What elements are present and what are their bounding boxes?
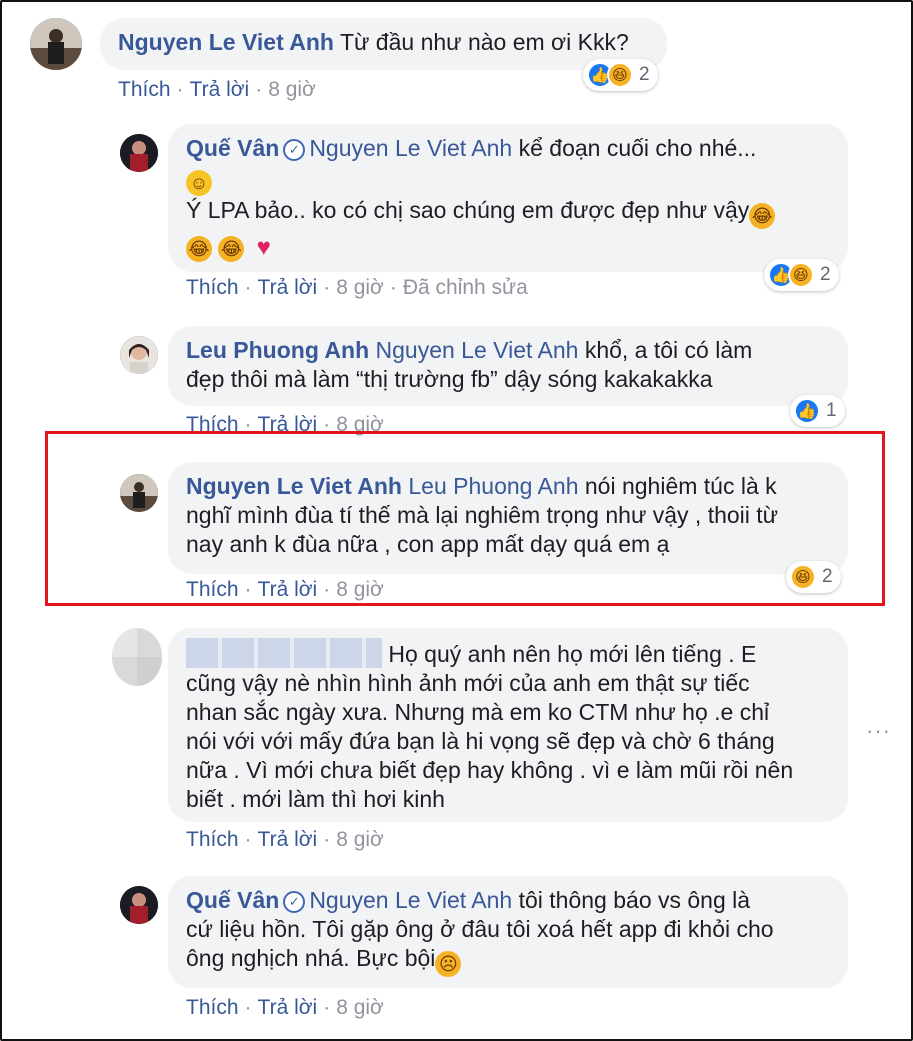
highlight-box [45, 431, 885, 606]
comment-actions: Thích · Trả lời · 8 giờ [186, 828, 384, 852]
mention-link[interactable]: Nguyen Le Viet Anh [309, 135, 512, 161]
comment-text: nói với với mấy đứa bạn là hi vọng sẽ đẹ… [186, 728, 775, 754]
comment-text: đẹp thôi mà làm “thị trường fb” dậy sóng… [186, 366, 713, 392]
separator-dot: · [389, 276, 397, 299]
avatar[interactable] [120, 886, 158, 924]
like-link[interactable]: Thích [186, 828, 239, 851]
smile-emoji-icon: ☺ [186, 170, 212, 196]
avatar[interactable] [30, 18, 82, 70]
comment-text: Ý LPA bảo.. ko có chị sao chúng em được … [186, 197, 750, 223]
heart-emoji-icon: ♥ [256, 234, 271, 261]
more-options-icon[interactable]: ··· [866, 718, 891, 744]
avatar[interactable] [112, 628, 162, 686]
rofl-emoji-icon: 😂 [186, 236, 212, 262]
reaction-count: 2 [639, 64, 650, 85]
comment-text: khổ, a tôi có làm [584, 337, 753, 363]
comment-bubble: Quế Vân ✓ Nguyen Le Viet Anh tôi thông báo… [168, 876, 848, 988]
reply-link[interactable]: Trả lời [258, 828, 318, 851]
separator-dot: · [244, 276, 252, 299]
verified-badge-icon: ✓ [283, 890, 306, 913]
comment-text: nhan sắc ngày xưa. Nhưng mà em ko CTM nh… [186, 699, 770, 725]
reaction-summary[interactable]: 👍 1 [790, 395, 845, 427]
comment-text: kể đoạn cuối cho nhé... [518, 135, 757, 161]
comment-bubble: Leu Phuong Anh Nguyen Le Viet Anh khổ, a… [168, 326, 848, 406]
comment-author[interactable]: Quế Vân [186, 887, 279, 913]
comment-text: tôi thông báo vs ông là [518, 887, 751, 913]
like-reaction-icon: 👍 [794, 398, 820, 424]
comment-text: Từ đầu như nào em ơi Kkk? [339, 29, 629, 55]
verified-badge-icon: ✓ [283, 138, 306, 161]
frown-emoji-icon: ☹ [435, 951, 462, 977]
edited-label[interactable]: Đã chỉnh sửa [403, 276, 528, 299]
rofl-emoji-icon: 😂 [218, 236, 245, 262]
comment-author[interactable]: Nguyen Le Viet Anh [118, 29, 334, 55]
separator-dot: · [323, 276, 331, 299]
reaction-count: 2 [820, 264, 831, 285]
like-link[interactable]: Thích [186, 276, 239, 299]
comment-text: ông nghịch nhá. Bực bội [186, 945, 436, 971]
avatar[interactable] [120, 134, 158, 172]
comment-bubble: Quế Vân ✓ Nguyen Le Viet Anh kể đoạn cuối … [168, 124, 848, 272]
comment-bubble: Nguyen Le Viet Anh Từ đầu như nào em ơi … [100, 18, 667, 70]
reply-link[interactable]: Trả lời [258, 996, 318, 1019]
haha-reaction-icon: 😆 [607, 62, 633, 88]
like-link[interactable]: Thích [118, 78, 171, 101]
reply-link[interactable]: Trả lời [258, 276, 318, 299]
redacted-author [186, 638, 382, 668]
haha-reaction-icon: 😆 [788, 262, 814, 288]
comment-text: biết . mới làm thì hơi kinh [186, 786, 445, 812]
separator-dot: · [255, 78, 263, 101]
timestamp[interactable]: 8 giờ [336, 828, 384, 851]
comment-text: Họ quý anh nên họ mới lên tiếng . E [388, 641, 757, 667]
mention-link[interactable]: Nguyen Le Viet Anh [376, 337, 579, 363]
mention-link[interactable]: Nguyen Le Viet Anh [309, 887, 512, 913]
comment-bubble: Họ quý anh nên họ mới lên tiếng . E cũng… [168, 628, 848, 822]
separator-dot: · [176, 78, 184, 101]
avatar[interactable] [120, 336, 158, 374]
comment-text: cứ liệu hồn. Tôi gặp ông ở đâu tôi xoá h… [186, 916, 774, 942]
rofl-emoji-icon: 😂 [749, 203, 776, 229]
comment-text: nữa . Vì mới chưa biết đẹp hay không . v… [186, 757, 794, 783]
separator-dot: · [244, 828, 252, 851]
timestamp[interactable]: 8 giờ [268, 78, 316, 101]
reaction-summary[interactable]: 👍 😆 2 [764, 259, 839, 291]
comment-actions: Thích · Trả lời · 8 giờ [118, 78, 316, 102]
timestamp[interactable]: 8 giờ [336, 276, 384, 299]
timestamp[interactable]: 8 giờ [336, 996, 384, 1019]
like-link[interactable]: Thích [186, 996, 239, 1019]
comment-author[interactable]: Leu Phuong Anh [186, 337, 369, 363]
separator-dot: · [244, 996, 252, 1019]
reaction-count: 1 [826, 400, 837, 421]
reaction-summary[interactable]: 👍 😆 2 [583, 59, 658, 91]
separator-dot: · [323, 828, 331, 851]
separator-dot: · [323, 996, 331, 1019]
reply-link[interactable]: Trả lời [190, 78, 250, 101]
comment-text: cũng vậy nè nhìn hình ảnh mới của anh em… [186, 670, 750, 696]
comment-actions: Thích · Trả lời · 8 giờ · Đã chỉnh sửa [186, 276, 528, 300]
comment-actions: Thích · Trả lời · 8 giờ [186, 996, 384, 1020]
comment-author[interactable]: Quế Vân [186, 135, 279, 161]
